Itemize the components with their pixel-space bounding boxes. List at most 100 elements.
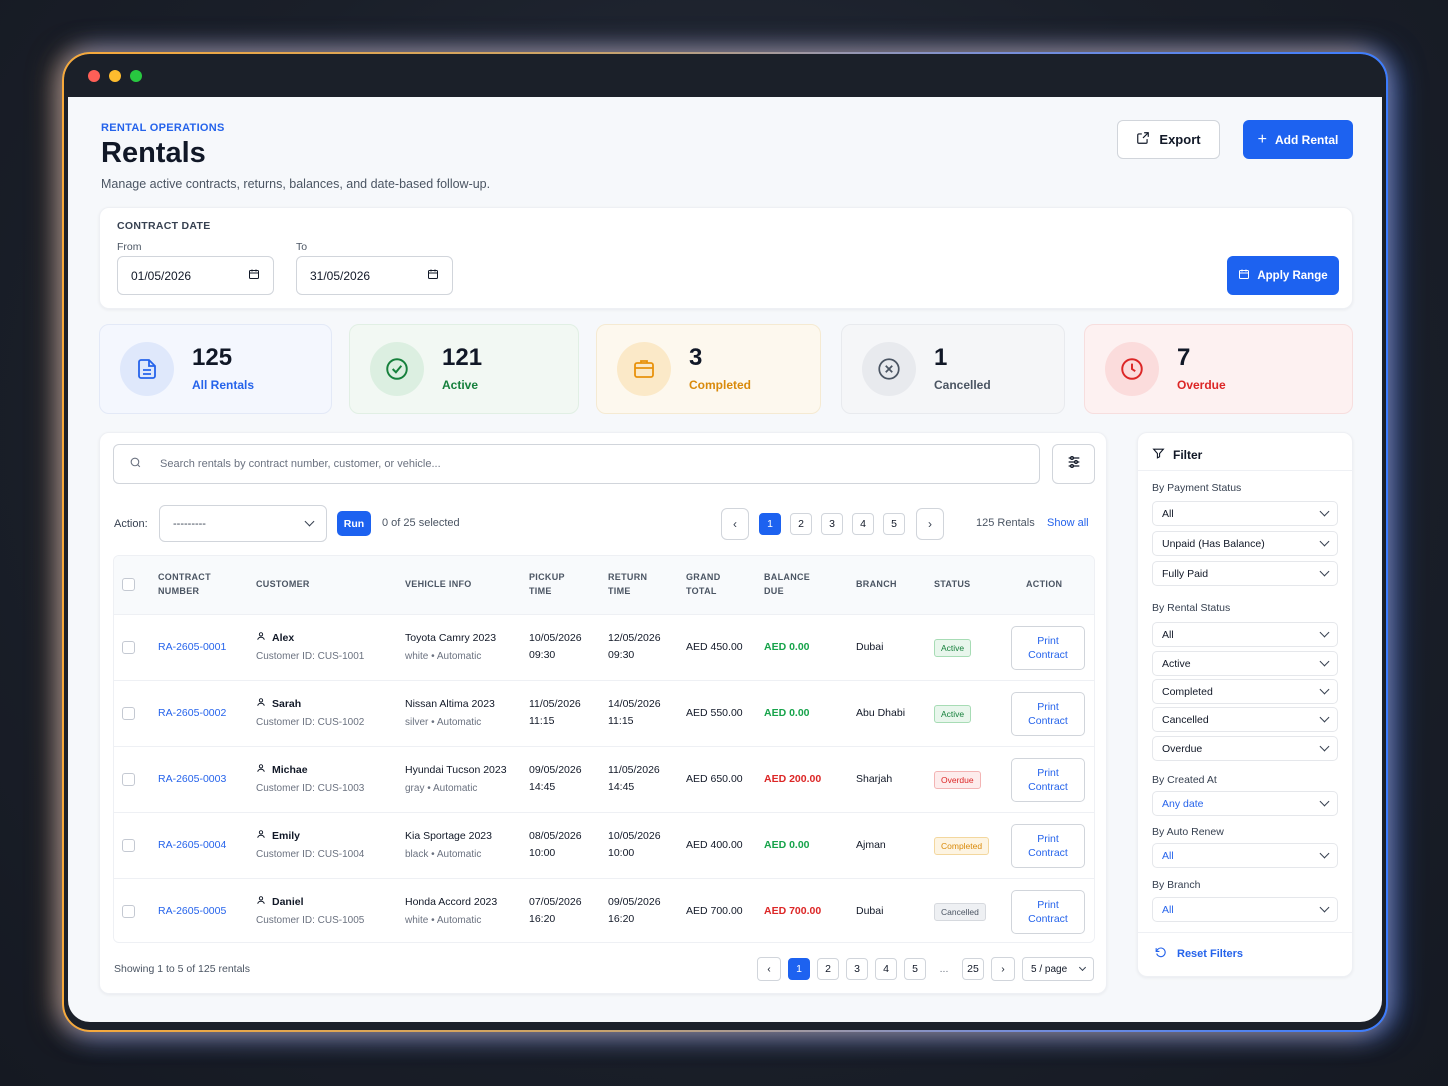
row-checkbox[interactable] [122,641,135,654]
contract-number-link[interactable]: RA-2605-0004 [158,837,226,854]
stat-card-cancelled[interactable]: 1 Cancelled [841,324,1065,414]
header-pickup[interactable]: PICKUP TIME [529,570,579,598]
x-circle-icon [862,342,916,396]
header-vehicle[interactable]: VEHICLE INFO [405,577,472,591]
customer-name-text: Emily [272,830,301,842]
search-input[interactable]: Search rentals by contract number, custo… [113,444,1040,484]
page-button[interactable]: 3 [821,513,843,535]
contract-number-link[interactable]: RA-2605-0003 [158,771,226,788]
print-label-line1: Print [1037,899,1059,911]
header-branch[interactable]: BRANCH [856,577,897,591]
option-label: Cancelled [1162,713,1209,726]
customer-id: Customer ID: CUS-1004 [256,849,365,860]
page-button[interactable]: 2 [817,958,839,980]
rental-status-option[interactable]: Completed [1152,679,1338,704]
stat-value: 7 [1177,344,1191,371]
run-button[interactable]: Run [337,511,371,536]
page-button[interactable]: 3 [846,958,868,980]
stat-value: 3 [689,344,703,371]
rental-status-option[interactable]: Cancelled [1152,707,1338,732]
chevron-down-icon [1319,684,1330,695]
print-contract-button[interactable]: Print Contract [1011,692,1085,736]
zoom-window-button[interactable] [130,70,142,82]
contract-number-link[interactable]: RA-2605-0005 [158,903,226,920]
header-action: ACTION [1026,579,1063,589]
stat-card-completed[interactable]: 3 Completed [596,324,821,414]
page-button[interactable]: 25 [962,958,984,980]
row-checkbox[interactable] [122,839,135,852]
divider [1138,932,1352,933]
payment-option[interactable]: Fully Paid [1152,561,1338,586]
contract-number-link[interactable]: RA-2605-0002 [158,705,226,722]
to-date-input[interactable]: 31/05/2026 [296,256,453,295]
contract-number-link[interactable]: RA-2605-0001 [158,639,226,656]
user-icon [256,630,266,647]
show-all-link[interactable]: Show all [1047,517,1089,529]
page-subtitle: Manage active contracts, returns, balanc… [101,177,491,191]
customer-name: Alex [256,630,294,647]
header-contract[interactable]: CONTRACT NUMBER [158,570,222,598]
row-checkbox[interactable] [122,773,135,786]
filter-settings-button[interactable] [1052,444,1095,484]
rental-status-option[interactable]: Overdue [1152,736,1338,761]
per-page-value: 5 / page [1031,963,1068,975]
rental-status-option[interactable]: Active [1152,651,1338,676]
from-date-input[interactable]: 01/05/2026 [117,256,274,295]
branch-label: By Branch [1152,879,1201,891]
prev-page-button[interactable]: ‹ [721,508,749,540]
auto-renew-select[interactable]: All [1152,843,1338,868]
table-row[interactable]: RA-2605-0001 Alex Customer ID: CUS-1001 … [114,615,1094,681]
stat-card-overdue[interactable]: 7 Overdue [1084,324,1353,414]
vehicle-name: Nissan Altima 2023 [405,698,495,710]
table-row[interactable]: RA-2605-0002 Sarah Customer ID: CUS-1002… [114,681,1094,747]
print-contract-button[interactable]: Print Contract [1011,626,1085,670]
branch: Sharjah [856,773,893,785]
row-checkbox[interactable] [122,707,135,720]
page-button[interactable]: 4 [875,958,897,980]
next-page-button[interactable]: › [991,957,1015,981]
stat-value: 125 [192,344,233,371]
header-customer[interactable]: CUSTOMER [256,577,310,591]
pickup-date: 09/05/2026 [529,764,582,776]
per-page-select[interactable]: 5 / page [1022,957,1094,981]
created-at-select[interactable]: Any date [1152,791,1338,816]
table-row[interactable]: RA-2605-0003 Michae Customer ID: CUS-100… [114,747,1094,813]
apply-range-button[interactable]: Apply Range [1227,256,1339,295]
header-grand-total[interactable]: GRAND TOTAL [686,570,736,598]
prev-page-button[interactable]: ‹ [757,957,781,981]
payment-option[interactable]: Unpaid (Has Balance) [1152,531,1338,556]
table-row[interactable]: RA-2605-0004 Emily Customer ID: CUS-1004… [114,813,1094,879]
print-contract-button[interactable]: Print Contract [1011,890,1085,934]
user-icon [256,894,266,911]
page-button[interactable]: 1 [759,513,781,535]
print-contract-button[interactable]: Print Contract [1011,824,1085,868]
select-all-checkbox[interactable] [122,578,135,591]
branch-select[interactable]: All [1152,897,1338,922]
page-button[interactable]: 2 [790,513,812,535]
page-button[interactable]: 1 [788,958,810,980]
user-icon [256,828,266,845]
export-button[interactable]: Export [1117,120,1220,159]
payment-option[interactable]: All [1152,501,1338,526]
close-window-button[interactable] [88,70,100,82]
action-select[interactable]: --------- [159,505,327,542]
row-checkbox[interactable] [122,905,135,918]
table-row[interactable]: RA-2605-0005 Daniel Customer ID: CUS-100… [114,879,1094,942]
page-button[interactable]: 4 [852,513,874,535]
header-status[interactable]: STATUS [934,577,970,591]
stat-card-active[interactable]: 121 Active [349,324,579,414]
briefcase-icon [617,342,671,396]
page-button[interactable]: 5 [883,513,905,535]
reset-filters-button[interactable]: Reset Filters [1154,946,1243,962]
add-rental-button[interactable]: + Add Rental [1243,120,1353,159]
stat-card-all[interactable]: 125 All Rentals [99,324,332,414]
rental-status-option[interactable]: All [1152,622,1338,647]
header-return[interactable]: RETURN TIME [608,570,658,598]
next-page-button[interactable]: › [916,508,944,540]
print-contract-button[interactable]: Print Contract [1011,758,1085,802]
return-date: 11/05/2026 [608,764,660,776]
minimize-window-button[interactable] [109,70,121,82]
page-button[interactable]: 5 [904,958,926,980]
print-label-line2: Contract [1028,847,1068,859]
header-balance-due[interactable]: BALANCE DUE [764,570,819,598]
